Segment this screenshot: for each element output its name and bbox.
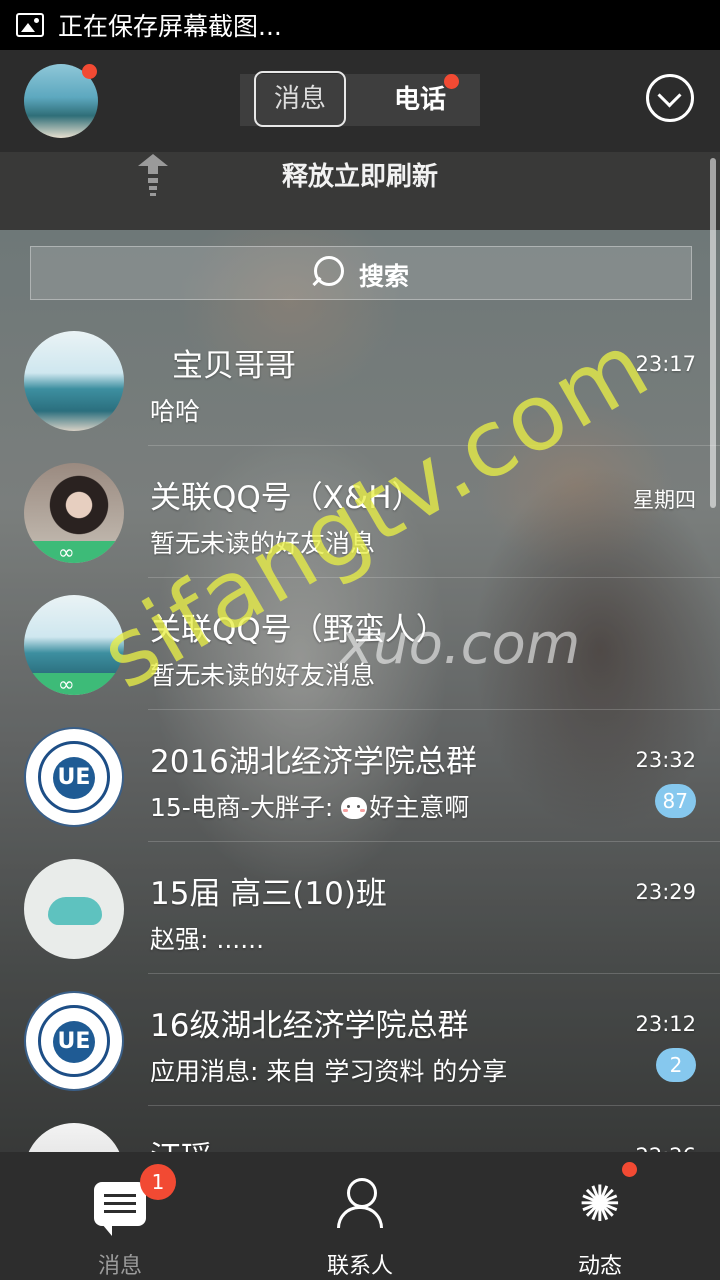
message-sender: 15-电商-大胖子:	[150, 793, 342, 822]
nav-contacts[interactable]: 联系人	[260, 1152, 460, 1280]
infinity-link-icon: ∞	[58, 540, 75, 563]
university-logo-icon: UE	[53, 1021, 95, 1063]
message-preview: 赵强: ......	[150, 925, 265, 954]
contact-name: 16级湖北经济学院总群	[150, 1008, 469, 1044]
screenshot-icon	[16, 13, 44, 37]
bottom-navigation: 1 消息 联系人 ✺ 动态	[0, 1152, 720, 1280]
avatar: UE	[24, 727, 124, 827]
calls-notification-dot	[444, 74, 459, 89]
message-time: 星期四	[633, 488, 696, 512]
top-header: 消息 电话	[0, 50, 720, 152]
avatar: UE	[24, 991, 124, 1091]
nav-contacts-label: 联系人	[326, 1254, 393, 1279]
status-text: 正在保存屏幕截图...	[58, 12, 282, 41]
list-item[interactable]: UE 2016湖北经济学院总群 15-电商-大胖子: 好主意啊 23:32 87	[0, 710, 720, 842]
unread-badge: 87	[654, 784, 696, 818]
sunburst-icon: ✺	[579, 1175, 621, 1233]
search-bar[interactable]: 搜索	[30, 246, 692, 300]
messages-unread-badge: 1	[140, 1164, 176, 1200]
refresh-text: 释放立即刷新	[281, 162, 438, 192]
search-label: 搜索	[359, 262, 410, 291]
university-logo-icon: UE	[53, 757, 95, 799]
avatar	[24, 331, 124, 431]
avatar-notification-dot	[82, 64, 97, 79]
message-time: 23:29	[635, 880, 696, 904]
tab-messages[interactable]: 消息	[254, 71, 346, 127]
contact-name: 15届 高三(10)班	[150, 876, 387, 912]
nav-feed-label: 动态	[577, 1254, 622, 1279]
message-time: 23:12	[635, 1012, 696, 1036]
contact-name: 宝贝哥哥	[172, 348, 296, 384]
unread-badge: 2	[656, 1048, 696, 1082]
nav-messages[interactable]: 1 消息	[20, 1152, 220, 1280]
feed-notification-dot	[622, 1162, 637, 1177]
message-time: 23:32	[635, 748, 696, 772]
message-preview: 15-电商-大胖子: 好主意啊	[150, 788, 469, 824]
whale-icon	[48, 897, 102, 925]
chevron-down-icon[interactable]	[646, 74, 694, 122]
chat-bubble-icon	[94, 1182, 146, 1236]
pull-refresh-banner: 释放立即刷新	[0, 152, 720, 230]
emoji-icon	[341, 797, 368, 819]
watermark-secondary: xuo.com	[340, 612, 581, 677]
nav-feed[interactable]: ✺ 动态	[500, 1152, 700, 1280]
status-bar: 正在保存屏幕截图...	[0, 0, 720, 50]
search-icon	[314, 256, 344, 286]
infinity-link-icon: ∞	[58, 672, 75, 695]
avatar	[24, 859, 124, 959]
list-item[interactable]: UE 16级湖北经济学院总群 应用消息: 来自 学习资料 的分享 23:12 2	[0, 974, 720, 1106]
header-tab-switch: 消息 电话	[240, 71, 480, 127]
list-item[interactable]: 15届 高三(10)班 赵强: ...... 23:29	[0, 842, 720, 974]
contact-name: 2016湖北经济学院总群	[150, 744, 477, 780]
message-preview: 应用消息: 来自 学习资料 的分享	[150, 1057, 508, 1086]
person-icon	[335, 1174, 385, 1234]
message-text: 好主意啊	[369, 793, 470, 822]
nav-messages-label: 消息	[97, 1254, 142, 1279]
avatar: ∞	[24, 463, 124, 563]
message-preview: 哈哈	[150, 397, 201, 426]
